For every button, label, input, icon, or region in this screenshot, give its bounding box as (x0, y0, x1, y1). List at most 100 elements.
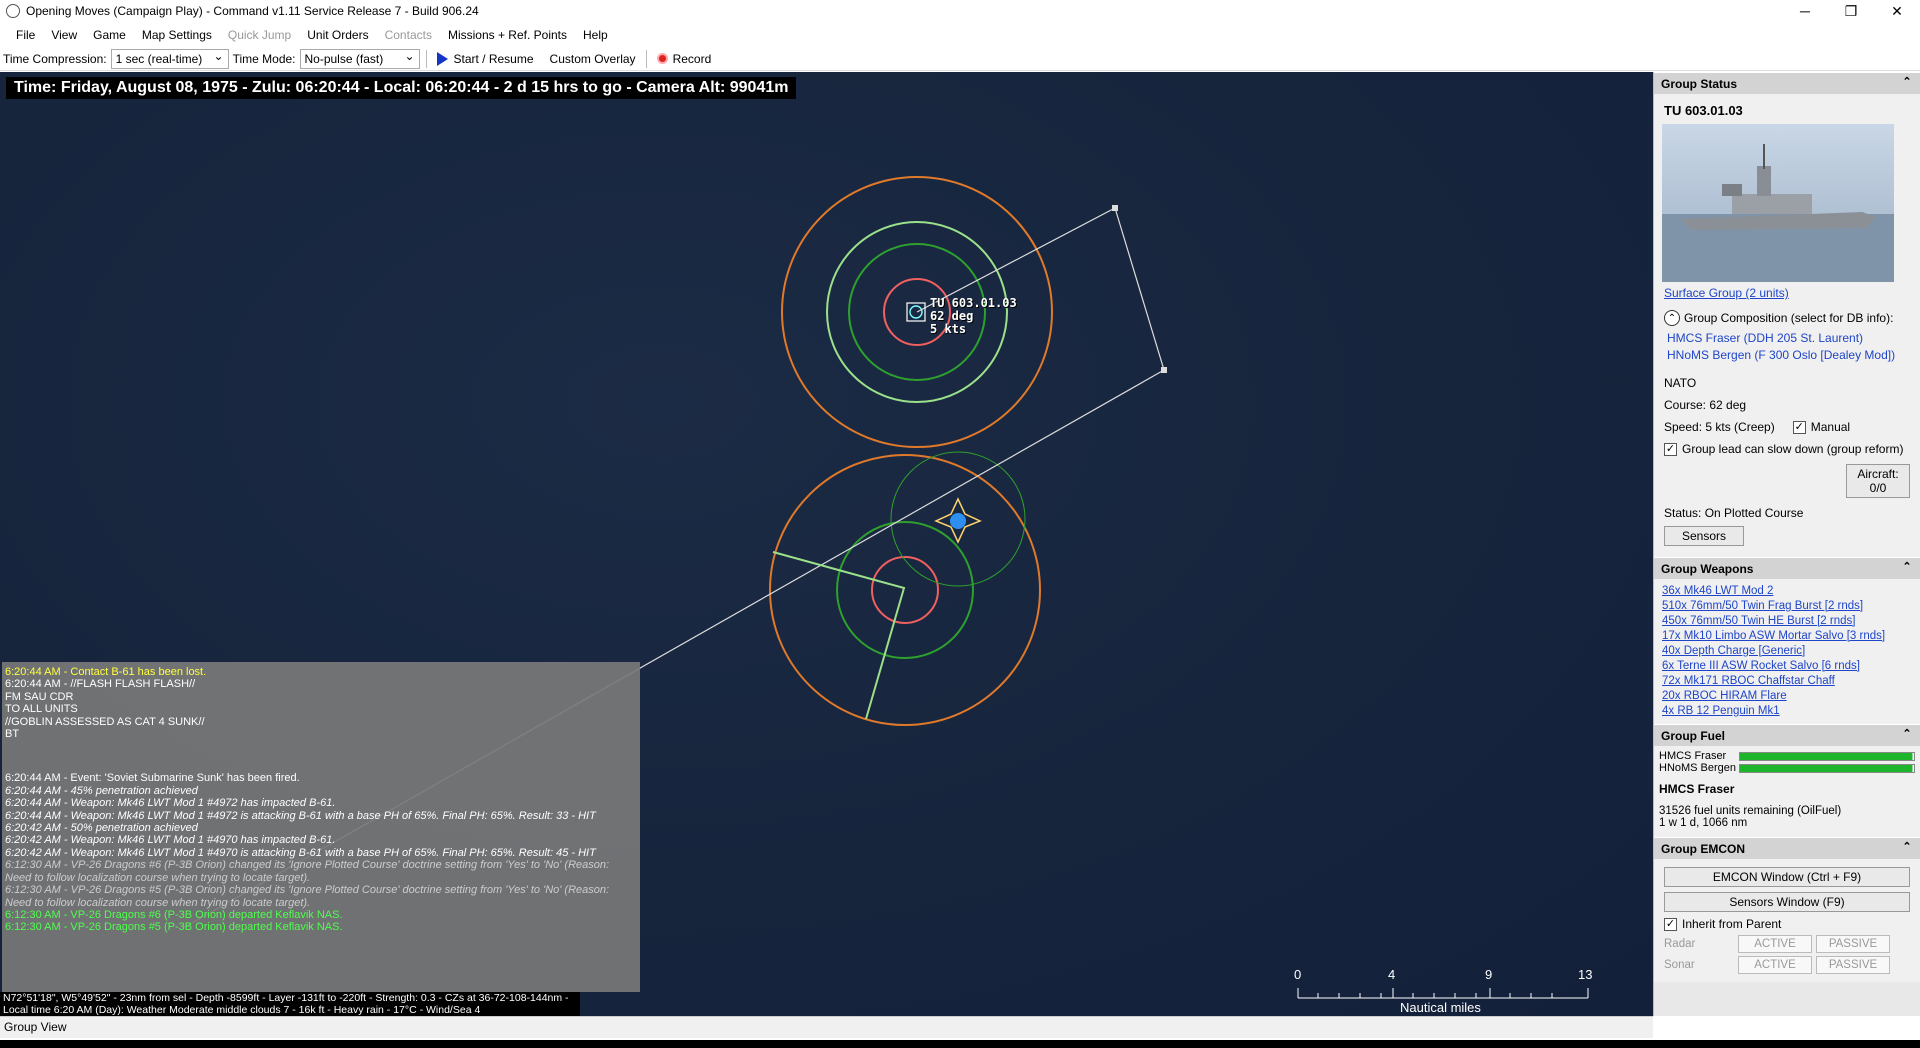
custom-overlay-label: Custom Overlay (549, 51, 636, 66)
start-resume-button[interactable]: Start / Resume (429, 51, 542, 66)
status-text: Group View (4, 1020, 67, 1034)
log-entry: 6:20:42 AM - Weapon: Mk46 LWT Mod 1 #497… (5, 834, 336, 847)
weapon-link[interactable]: 20x RBOC HIRAM Flare (1662, 689, 1912, 704)
weapon-link[interactable]: 17x Mk10 Limbo ASW Mortar Salvo [3 rnds] (1662, 629, 1912, 644)
menu-unit-orders[interactable]: Unit Orders (299, 28, 376, 42)
time-mode-select[interactable]: No-pulse (fast) (299, 48, 420, 69)
waypoint-marker[interactable] (1112, 205, 1118, 211)
radar-active-button[interactable]: ACTIVE (1738, 935, 1812, 953)
menu-game[interactable]: Game (85, 28, 134, 42)
group-type-link[interactable]: Surface Group (2 units) (1664, 286, 1789, 300)
collapse-composition-icon[interactable]: ⌃ (1664, 310, 1680, 326)
group-weapons-title: Group Weapons (1661, 562, 1754, 576)
unit-label-speed: 5 kts (930, 322, 967, 336)
waypoint-marker[interactable] (1161, 367, 1167, 373)
toolbar-separator (645, 49, 647, 68)
cursor-info: N72°51'18", W5°49'52" - 23nm from sel - … (0, 992, 580, 1016)
close-button[interactable]: ✕ (1874, 0, 1920, 22)
tactical-map[interactable]: Time: Friday, August 08, 1975 - Zulu: 06… (0, 72, 1653, 1016)
sensors-button[interactable]: Sensors (1664, 526, 1744, 546)
scale-legend: 0 4 9 13 Nautical miles (1290, 967, 1610, 1015)
log-entry: 6:20:42 AM - Weapon: Mk46 LWT Mod 1 #497… (5, 846, 596, 859)
message-log[interactable]: 6:20:44 AM - Contact B-61 has been lost.… (2, 662, 640, 992)
menu-file[interactable]: File (8, 28, 43, 42)
app-icon (6, 4, 20, 18)
radar-passive-button[interactable]: PASSIVE (1816, 935, 1890, 953)
custom-overlay-button[interactable]: Custom Overlay (542, 52, 644, 66)
aircraft-button[interactable]: Aircraft: 0/0 (1846, 464, 1910, 498)
log-entry: 6:20:44 AM - Weapon: Mk46 LWT Mod 1 #497… (5, 797, 336, 810)
log-entry: 6:20:44 AM - 45% penetration achieved (5, 784, 198, 797)
aircraft-icon (950, 513, 966, 529)
toolbar: Time Compression: 1 sec (real-time) Time… (0, 47, 1920, 71)
toolbar-separator (425, 49, 427, 68)
group-emcon-header[interactable]: Group EMCON ⌃ (1654, 837, 1920, 859)
minimize-button[interactable]: ─ (1782, 0, 1828, 22)
menu-help[interactable]: Help (575, 28, 616, 42)
group-fuel-header[interactable]: Group Fuel ⌃ (1654, 724, 1920, 746)
weapon-link[interactable]: 4x RB 12 Penguin Mk1 (1662, 704, 1912, 719)
time-mode-value: No-pulse (fast) (304, 51, 384, 66)
member-link[interactable]: HNoMS Bergen (F 300 Oslo [Dealey Mod]) (1667, 347, 1910, 364)
time-bar: Time: Friday, August 08, 1975 - Zulu: 06… (6, 77, 797, 99)
group-weapons-header[interactable]: Group Weapons ⌃ (1654, 557, 1920, 579)
collapse-icon[interactable]: ⌃ (1900, 76, 1914, 90)
group-status-header[interactable]: Group Status ⌃ (1654, 72, 1920, 94)
weapon-link[interactable]: 510x 76mm/50 Twin Frag Burst [2 rnds] (1662, 599, 1912, 614)
side-panel: Group Status ⌃ TU 603.01.03 Surface Grou… (1653, 72, 1920, 1016)
sonar-passive-button[interactable]: PASSIVE (1816, 956, 1890, 974)
weapon-link[interactable]: 72x Mk171 RBOC Chaffstar Chaff (1662, 674, 1912, 689)
collapse-icon[interactable]: ⌃ (1900, 728, 1914, 742)
collapse-icon[interactable]: ⌃ (1900, 561, 1914, 575)
menu-contacts[interactable]: Contacts (377, 28, 440, 42)
time-compression-select[interactable]: 1 sec (real-time) (110, 48, 229, 69)
contact-ring-green (836, 521, 974, 659)
sonar-active-button[interactable]: ACTIVE (1738, 956, 1812, 974)
menu-missions[interactable]: Missions + Ref. Points (440, 28, 575, 42)
inherit-checkbox[interactable]: ✓ (1664, 917, 1677, 931)
time-mode-label: Time Mode: (232, 51, 296, 66)
manual-checkbox[interactable]: ✓ (1792, 420, 1806, 434)
restore-button[interactable]: ❐ (1828, 0, 1874, 22)
menu-view[interactable]: View (43, 28, 85, 42)
fuel-unit-name: HNoMS Bergen (1659, 762, 1737, 774)
slowdown-checkbox[interactable]: ✓ (1664, 442, 1677, 456)
weapon-link[interactable]: 36x Mk46 LWT Mod 2 (1662, 584, 1912, 599)
fuel-bar (1739, 751, 1915, 761)
ship-photo (1662, 124, 1894, 282)
contact-ring-red (871, 556, 939, 624)
time-compression-value: 1 sec (real-time) (115, 51, 203, 66)
sensors-window-button[interactable]: Sensors Window (F9) (1664, 892, 1910, 912)
contact-ring-outer (769, 454, 1041, 726)
speed-text: Speed: 5 kts (Creep) (1664, 420, 1775, 434)
menu-map-settings[interactable]: Map Settings (134, 28, 220, 42)
status-bar: Group View (0, 1016, 1653, 1038)
emcon-window-button[interactable]: EMCON Window (Ctrl + F9) (1664, 867, 1910, 887)
menu-quick-jump[interactable]: Quick Jump (220, 28, 299, 42)
weapon-link[interactable]: 450x 76mm/50 Twin HE Burst [2 rnds] (1662, 614, 1912, 629)
group-fuel-title: Group Fuel (1661, 729, 1725, 743)
record-button[interactable]: Record (649, 52, 720, 66)
group-fuel-section: HMCS Fraser HNoMS Bergen HMCS Fraser 315… (1654, 746, 1920, 837)
composition-label: Group Composition (select for DB info): (1684, 311, 1894, 325)
log-entry: 6:20:44 AM - Event: 'Soviet Submarine Su… (5, 772, 300, 785)
log-gap (5, 740, 637, 772)
time-compression-label: Time Compression: (3, 51, 107, 66)
group-status-section: TU 603.01.03 Surface Group (2 units) ⌃ G… (1654, 94, 1920, 557)
fuel-row[interactable]: HNoMS Bergen (1659, 762, 1915, 774)
member-link[interactable]: HMCS Fraser (DDH 205 St. Laurent) (1667, 330, 1910, 347)
log-entry: 6:20:42 AM - 50% penetration achieved (5, 822, 198, 835)
record-label: Record (672, 51, 712, 66)
fuel-row[interactable]: HMCS Fraser (1659, 750, 1915, 762)
cursor-info-position: N72°51'18", W5°49'52" - 23nm from sel - … (3, 992, 569, 1004)
group-emcon-section: EMCON Window (Ctrl + F9) Sensors Window … (1654, 859, 1920, 982)
weapon-link[interactable]: 6x Terne III ASW Rocket Salvo [6 rnds] (1662, 659, 1912, 674)
weapon-link[interactable]: 40x Depth Charge [Generic] (1662, 644, 1912, 659)
inherit-label: Inherit from Parent (1682, 917, 1782, 931)
record-icon (656, 53, 668, 64)
menu-bar: File View Game Map Settings Quick Jump U… (0, 24, 1920, 46)
collapse-icon[interactable]: ⌃ (1900, 841, 1914, 855)
emcon-label: Sonar (1664, 959, 1695, 971)
fuel-selected-unit: HMCS Fraser (1659, 782, 1735, 796)
log-entry: 6:12:30 AM - VP-26 Dragons #6 (P-3B Orio… (5, 908, 343, 921)
